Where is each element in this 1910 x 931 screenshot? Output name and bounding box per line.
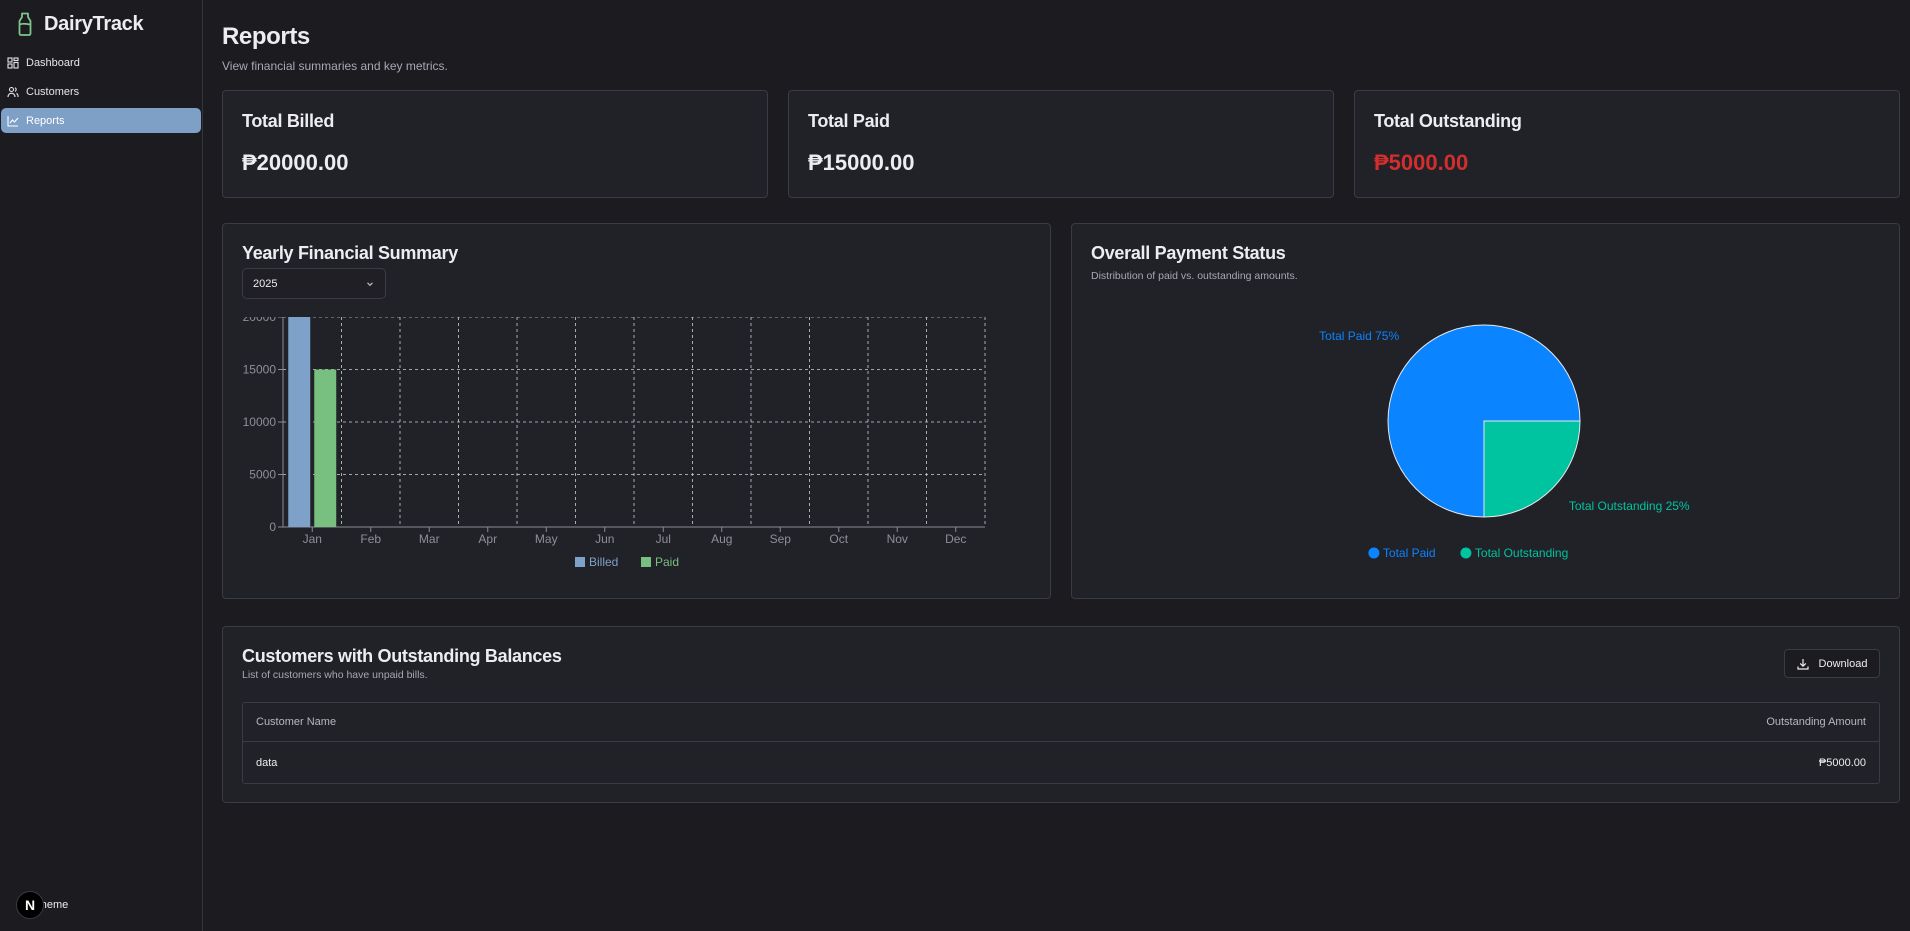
column-header-outstanding-amount: Outstanding Amount <box>1766 716 1866 728</box>
theme-toggle[interactable]: N Theme <box>16 891 68 919</box>
sidebar-item-label: Dashboard <box>26 56 80 69</box>
milk-bottle-icon <box>18 12 32 36</box>
legend-label-total-paid: Total Paid <box>1383 546 1436 560</box>
charts-row: Yearly Financial Summary 2025 0 5000 10000… <box>222 223 1900 599</box>
stat-label: Total Paid <box>808 111 890 131</box>
sidebar-item-label: Customers <box>26 85 80 98</box>
y-tick-label: 0 <box>269 520 276 534</box>
outstanding-balances-card: Customers with Outstanding Balances List… <box>222 626 1900 803</box>
stat-card-total-billed: Total Billed ₱20000.00 <box>222 90 768 198</box>
stat-card-total-paid: Total Paid ₱15000.00 <box>788 90 1334 198</box>
pie-slice-total-outstanding <box>1483 420 1581 518</box>
y-tick-label: 20000 <box>243 317 277 324</box>
stat-value: ₱5000.00 <box>1374 150 1469 175</box>
stat-label: Total Billed <box>242 111 335 131</box>
x-tick-label: May <box>535 532 558 546</box>
cell-outstanding-amount: ₱5000.00 <box>1818 756 1866 769</box>
y-tick-label: 5000 <box>249 468 276 482</box>
x-tick-label: Jun <box>595 532 614 546</box>
users-icon <box>7 86 19 97</box>
x-tick-label: Mar <box>419 532 440 546</box>
page-subtitle: View financial summaries and key metrics… <box>222 59 448 73</box>
stat-card-total-outstanding: Total Outstanding ₱5000.00 <box>1354 90 1900 198</box>
x-tick-label: Dec <box>945 532 966 546</box>
stats-row: Total Billed ₱20000.00 Total Paid ₱15000… <box>222 90 1900 198</box>
yearly-summary-card: Yearly Financial Summary 2025 0 5000 10000… <box>222 223 1051 599</box>
x-tick-label: Jan <box>303 532 322 546</box>
page-title: Reports <box>222 23 310 50</box>
cell-customer-name: data <box>256 756 278 769</box>
payment-status-card: Overall Payment Status Distribution of p… <box>1071 223 1900 599</box>
stat-label: Total Outstanding <box>1374 111 1522 131</box>
outstanding-subtitle: List of customers who have unpaid bills. <box>242 669 428 681</box>
download-icon <box>1796 658 1809 670</box>
brand[interactable]: DairyTrack <box>0 0 202 48</box>
table-header-row: Customer Name Outstanding Amount <box>243 703 1879 742</box>
legend-swatch-total-outstanding <box>1460 547 1472 559</box>
payment-status-title: Overall Payment Status <box>1091 243 1286 263</box>
sidebar-item-customers[interactable]: Customers <box>1 79 201 104</box>
line-chart-icon <box>7 115 19 127</box>
year-select[interactable]: 2025 <box>242 268 386 299</box>
x-tick-label: Aug <box>711 532 732 546</box>
x-tick-label: Jul <box>656 532 671 546</box>
y-tick-label: 15000 <box>243 363 277 377</box>
bar-chart: 0 5000 10000 15000 20000 Jan Feb Mar Apr May Jun Ju… <box>243 317 986 569</box>
stat-value: ₱20000.00 <box>242 150 349 175</box>
column-header-customer-name: Customer Name <box>256 716 337 728</box>
yearly-summary-title: Yearly Financial Summary <box>242 243 458 263</box>
legend-swatch-total-paid <box>1368 547 1380 559</box>
payment-status-subtitle: Distribution of paid vs. outstanding amo… <box>1091 270 1298 282</box>
y-tick-label: 10000 <box>243 415 277 429</box>
main-content: Reports View financial summaries and key… <box>203 0 1910 931</box>
chevron-down-icon <box>367 281 373 286</box>
sidebar: DairyTrack Dashboard Customers Reports N… <box>0 0 203 931</box>
sidebar-item-label: Reports <box>26 114 65 127</box>
bar-paid-jan <box>314 369 337 527</box>
legend-swatch-paid <box>641 557 651 567</box>
bar-chart-legend: Billed Paid <box>575 555 679 569</box>
legend-label-billed: Billed <box>589 555 618 569</box>
legend-label-total-outstanding: Total Outstanding <box>1475 546 1568 560</box>
x-tick-label: Oct <box>829 532 848 546</box>
theme-badge: N <box>16 891 44 919</box>
sidebar-nav: Dashboard Customers Reports <box>0 50 202 133</box>
x-tick-label: Sep <box>770 532 792 546</box>
pie-label-total-outstanding: Total Outstanding 25% <box>1569 499 1690 513</box>
brand-name: DairyTrack <box>44 12 144 35</box>
download-button[interactable]: Download <box>1784 649 1880 678</box>
pie-chart-legend: Total Paid Total Outstanding <box>1368 546 1568 560</box>
pie-chart: Total Paid 75% Total Outstanding 25% Total… <box>1319 324 1690 560</box>
legend-swatch-billed <box>575 557 585 567</box>
download-label: Download <box>1818 657 1868 670</box>
legend-label-paid: Paid <box>655 555 679 569</box>
dashboard-icon <box>7 56 19 69</box>
table-row[interactable]: data ₱5000.00 <box>243 742 1879 783</box>
sidebar-item-dashboard[interactable]: Dashboard <box>1 50 201 75</box>
x-tick-label: Apr <box>478 532 497 546</box>
pie-label-total-paid: Total Paid 75% <box>1319 329 1399 343</box>
stat-value: ₱15000.00 <box>808 150 915 175</box>
outstanding-title: Customers with Outstanding Balances <box>242 646 562 666</box>
x-tick-label: Nov <box>887 532 908 546</box>
sidebar-item-reports[interactable]: Reports <box>1 108 201 133</box>
outstanding-table: Customer Name Outstanding Amount data ₱5… <box>242 702 1880 784</box>
bar-chart-grid <box>282 317 986 528</box>
year-select-value: 2025 <box>253 277 278 290</box>
x-tick-label: Feb <box>360 532 381 546</box>
bar-billed-jan <box>288 317 311 527</box>
